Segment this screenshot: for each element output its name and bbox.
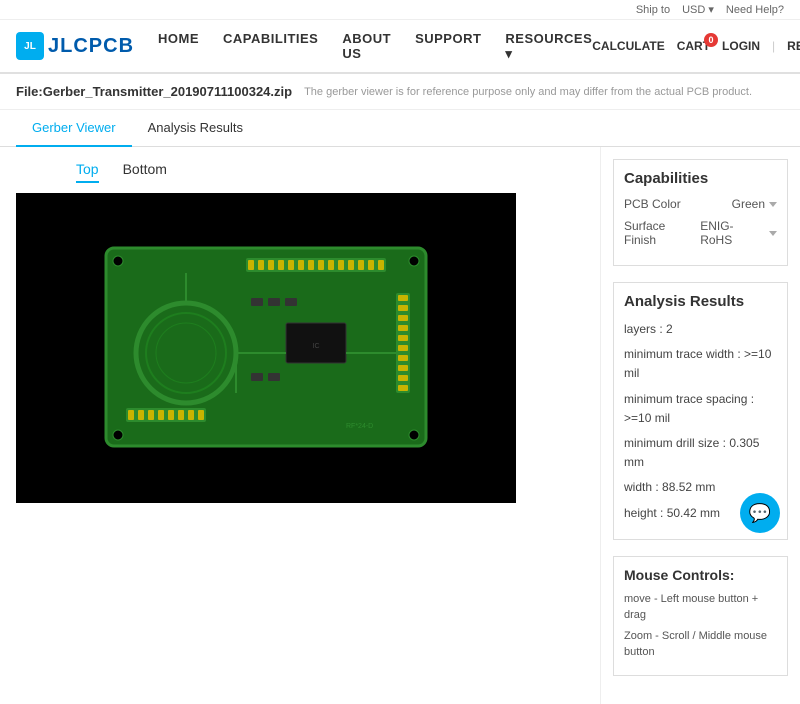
- nav-item-home[interactable]: HOME: [158, 31, 199, 62]
- pcb-svg: IC: [96, 243, 436, 453]
- nav-links: HOME CAPABILITIES ABOUT US SUPPORT RESOU…: [158, 31, 592, 62]
- nav-divider: |: [772, 39, 775, 53]
- nav-item-support[interactable]: SUPPORT: [415, 31, 481, 62]
- logo-icon: JL: [16, 32, 44, 60]
- mouse-controls-title: Mouse Controls:: [624, 567, 777, 583]
- svg-text:RF*24-D: RF*24-D: [346, 423, 373, 430]
- analysis-item-0: layers : 2: [624, 320, 777, 339]
- nav-item-resources[interactable]: RESOURCES ▾: [505, 31, 592, 62]
- logo-text: JLCPCB: [48, 35, 134, 58]
- view-tab-bottom[interactable]: Bottom: [123, 157, 167, 183]
- analysis-item-2: minimum trace spacing : >=10 mil: [624, 390, 777, 428]
- analysis-item-3: minimum drill size : 0.305 mm: [624, 434, 777, 472]
- pcb-canvas[interactable]: IC: [16, 193, 516, 503]
- surface-finish-row: Surface Finish ENIG-RoHS: [624, 219, 777, 247]
- chat-button[interactable]: 💬: [740, 493, 780, 533]
- surface-finish-value: ENIG-RoHS: [700, 219, 765, 247]
- pcb-viewer: Top Bottom: [0, 147, 600, 704]
- pcb-color-value: Green: [732, 197, 765, 211]
- pcb-color-dropdown[interactable]: [769, 202, 777, 207]
- logo[interactable]: JL JLCPCB: [16, 32, 134, 60]
- view-tabs: Top Bottom: [16, 157, 584, 183]
- navbar: JL JLCPCB HOME CAPABILITIES ABOUT US SUP…: [0, 20, 800, 74]
- capabilities-title: Capabilities: [624, 170, 777, 187]
- analysis-results-title: Analysis Results: [624, 293, 777, 310]
- main-tabs: Gerber Viewer Analysis Results: [0, 110, 800, 147]
- chat-icon: 💬: [749, 503, 771, 524]
- capabilities-section: Capabilities PCB Color Green Surface Fin…: [613, 159, 788, 266]
- tab-gerber-viewer[interactable]: Gerber Viewer: [16, 110, 132, 147]
- register-button[interactable]: REGISTER: [787, 39, 800, 53]
- file-name: File:Gerber_Transmitter_20190711100324.z…: [16, 84, 292, 99]
- right-panel: Capabilities PCB Color Green Surface Fin…: [600, 147, 800, 704]
- need-help[interactable]: Need Help?: [726, 4, 784, 16]
- svg-text:IC: IC: [313, 343, 320, 350]
- login-button[interactable]: LOGIN: [722, 39, 760, 53]
- calculate-button[interactable]: CALCULATE: [592, 39, 664, 53]
- nav-right: CALCULATE CART 0 LOGIN | REGISTER: [592, 39, 800, 53]
- currency-selector[interactable]: USD ▾: [682, 3, 714, 16]
- nav-item-about[interactable]: ABOUT US: [342, 31, 391, 62]
- top-bar: Ship to USD ▾ Need Help?: [0, 0, 800, 20]
- mouse-control-1: Zoom - Scroll / Middle mouse button: [624, 628, 777, 661]
- view-tab-top[interactable]: Top: [76, 157, 99, 183]
- mouse-control-0: move - Left mouse button + drag: [624, 591, 777, 624]
- pcb-color-label: PCB Color: [624, 197, 681, 211]
- file-note: The gerber viewer is for reference purpo…: [304, 86, 752, 98]
- pcb-color-row: PCB Color Green: [624, 197, 777, 211]
- cart-button[interactable]: CART 0: [677, 39, 710, 53]
- nav-item-capabilities[interactable]: CAPABILITIES: [223, 31, 318, 62]
- content-area: Top Bottom: [0, 147, 800, 704]
- tab-analysis-results[interactable]: Analysis Results: [132, 110, 259, 147]
- file-info: File:Gerber_Transmitter_20190711100324.z…: [0, 74, 800, 110]
- ship-to: Ship to: [636, 4, 670, 16]
- cart-badge: 0: [704, 33, 718, 47]
- mouse-controls-section: Mouse Controls: move - Left mouse button…: [613, 556, 788, 676]
- analysis-item-1: minimum trace width : >=10 mil: [624, 345, 777, 383]
- surface-finish-label: Surface Finish: [624, 219, 700, 247]
- surface-finish-dropdown[interactable]: [769, 231, 777, 236]
